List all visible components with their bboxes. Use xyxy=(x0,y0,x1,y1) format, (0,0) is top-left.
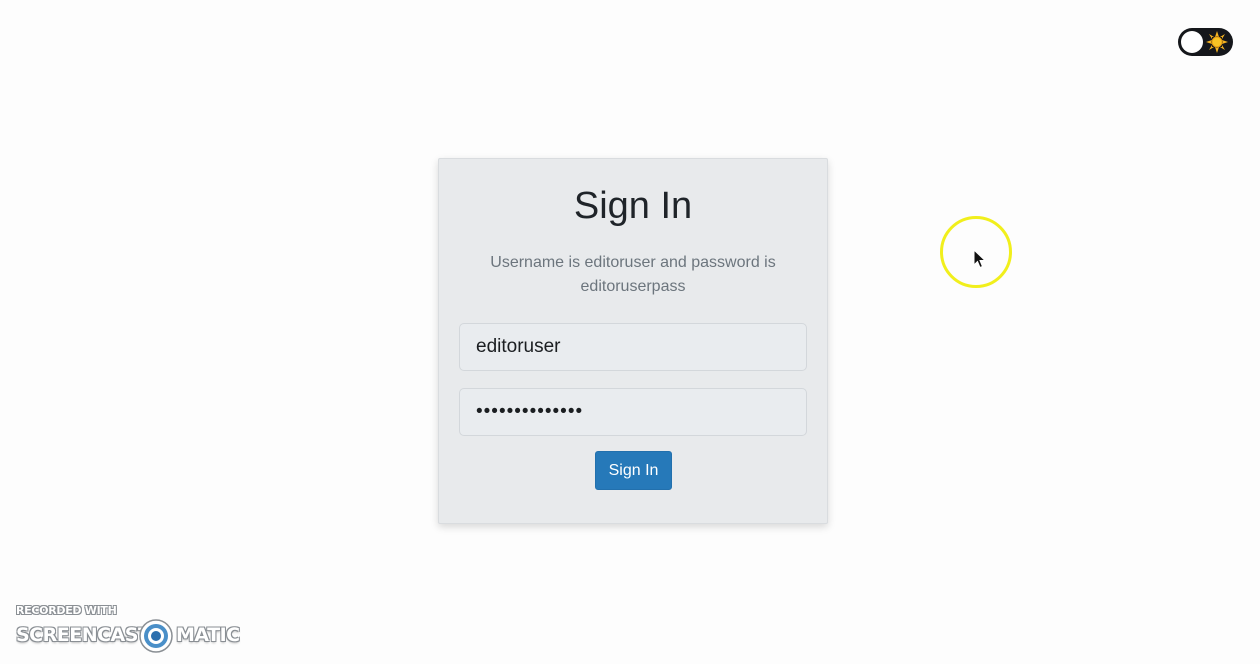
screencast-o-matic-logo-icon xyxy=(139,619,173,653)
password-field[interactable] xyxy=(459,388,807,436)
watermark-brand-right: MATIC xyxy=(176,624,240,646)
signin-card: Sign In Username is editoruser and passw… xyxy=(438,158,828,524)
page-title: Sign In xyxy=(573,185,693,227)
sun-icon xyxy=(1206,31,1228,53)
sign-in-button[interactable]: Sign In xyxy=(595,451,672,490)
recording-watermark: RECORDED WITH SCREENCAST MATIC xyxy=(16,604,246,656)
watermark-brand-left: SCREENCAST xyxy=(16,624,151,646)
theme-toggle[interactable] xyxy=(1178,28,1233,56)
mouse-pointer-icon xyxy=(973,249,987,269)
username-field[interactable] xyxy=(459,323,807,371)
watermark-caption: RECORDED WITH xyxy=(16,604,117,617)
toggle-knob xyxy=(1181,31,1203,53)
credentials-hint: Username is editoruser and password is e… xyxy=(490,254,776,295)
